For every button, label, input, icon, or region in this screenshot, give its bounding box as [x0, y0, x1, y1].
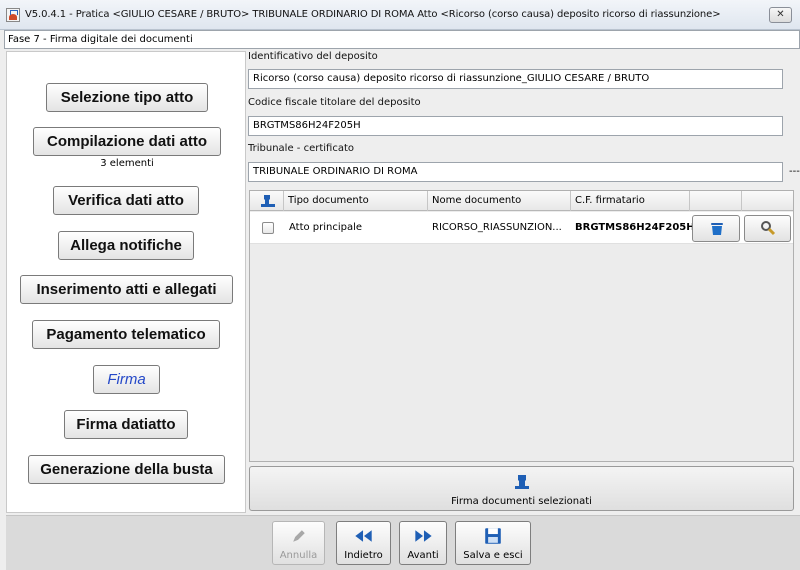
court-label: Tribunale - certificato — [248, 143, 355, 154]
tax-code-field[interactable]: BRGTMS86H24F205H — [248, 116, 783, 136]
column-header-tipo[interactable]: Tipo documento — [284, 191, 428, 211]
table-row[interactable]: Atto principale RICORSO_RIASSUNZION... B… — [250, 212, 793, 244]
rewind-icon — [355, 530, 372, 542]
column-header-action-2 — [742, 191, 793, 211]
select-all-header[interactable] — [250, 191, 284, 211]
floppy-disk-icon — [485, 528, 501, 544]
deposit-id-field[interactable]: Ricorso (corso causa) deposito ricorso d… — [248, 69, 783, 89]
trash-icon — [711, 223, 723, 235]
sign-selected-label: Firma documenti selezionati — [451, 496, 592, 507]
step-firma-button[interactable]: Firma — [93, 365, 160, 394]
title-bar: V5.0.4.1 - Pratica <GIULIO CESARE / BRUT… — [0, 0, 800, 30]
step-generazione-busta-button[interactable]: Generazione della busta — [28, 455, 225, 484]
column-header-nome[interactable]: Nome documento — [428, 191, 571, 211]
step-inserimento-atti-allegati-button[interactable]: Inserimento atti e allegati — [20, 275, 233, 304]
step-verifica-dati-atto-button[interactable]: Verifica dati atto — [53, 186, 199, 215]
fast-forward-icon — [415, 530, 432, 542]
stamp-icon — [261, 195, 275, 207]
court-certificate-dash: --- — [789, 166, 800, 177]
documents-table: Tipo documento Nome documento C.F. firma… — [249, 190, 794, 462]
delete-document-button[interactable] — [692, 215, 740, 242]
back-button[interactable]: Indietro — [336, 521, 391, 565]
save-and-exit-button[interactable]: Salva e esci — [455, 521, 531, 565]
pencil-icon — [293, 530, 305, 542]
view-document-button[interactable] — [744, 215, 791, 242]
step-pagamento-telematico-button[interactable]: Pagamento telematico — [32, 320, 220, 349]
column-header-action-1 — [690, 191, 742, 211]
save-and-exit-label: Salva e esci — [463, 550, 523, 561]
step-allega-notifiche-button[interactable]: Allega notifiche — [58, 231, 194, 260]
tax-code-label: Codice fiscale titolare del deposito — [248, 97, 421, 108]
step-firma-datiatto-button[interactable]: Firma datiatto — [64, 410, 188, 439]
row-cf-cell: BRGTMS86H24F205H — [575, 222, 695, 233]
step-selezione-tipo-atto-button[interactable]: Selezione tipo atto — [46, 83, 208, 112]
java-app-icon — [6, 8, 20, 22]
back-label: Indietro — [344, 550, 383, 561]
row-checkbox[interactable] — [262, 222, 274, 234]
cancel-label: Annulla — [279, 550, 318, 561]
forward-button[interactable]: Avanti — [399, 521, 447, 565]
stamp-icon — [515, 475, 529, 489]
cancel-button[interactable]: Annulla — [272, 521, 325, 565]
step-compilazione-dati-atto-button[interactable]: Compilazione dati atto — [33, 127, 221, 156]
sign-selected-documents-button[interactable]: Firma documenti selezionati — [249, 466, 794, 511]
window-title: V5.0.4.1 - Pratica <GIULIO CESARE / BRUT… — [25, 9, 721, 20]
step-compilazione-note: 3 elementi — [100, 158, 154, 169]
close-button[interactable]: ✕ — [769, 7, 792, 23]
court-field[interactable]: TRIBUNALE ORDINARIO DI ROMA — [248, 162, 783, 182]
column-header-cf[interactable]: C.F. firmatario — [571, 191, 690, 211]
phase-bar: Fase 7 - Firma digitale dei documenti — [4, 30, 800, 49]
row-tipo-cell: Atto principale — [289, 222, 363, 233]
table-header: Tipo documento Nome documento C.F. firma… — [250, 191, 793, 211]
forward-label: Avanti — [407, 550, 439, 561]
deposit-id-label: Identificativo del deposito — [248, 51, 378, 62]
steps-panel: Selezione tipo atto Compilazione dati at… — [6, 51, 246, 513]
row-nome-cell: RICORSO_RIASSUNZION... — [432, 222, 562, 233]
magnifier-icon — [761, 221, 776, 236]
